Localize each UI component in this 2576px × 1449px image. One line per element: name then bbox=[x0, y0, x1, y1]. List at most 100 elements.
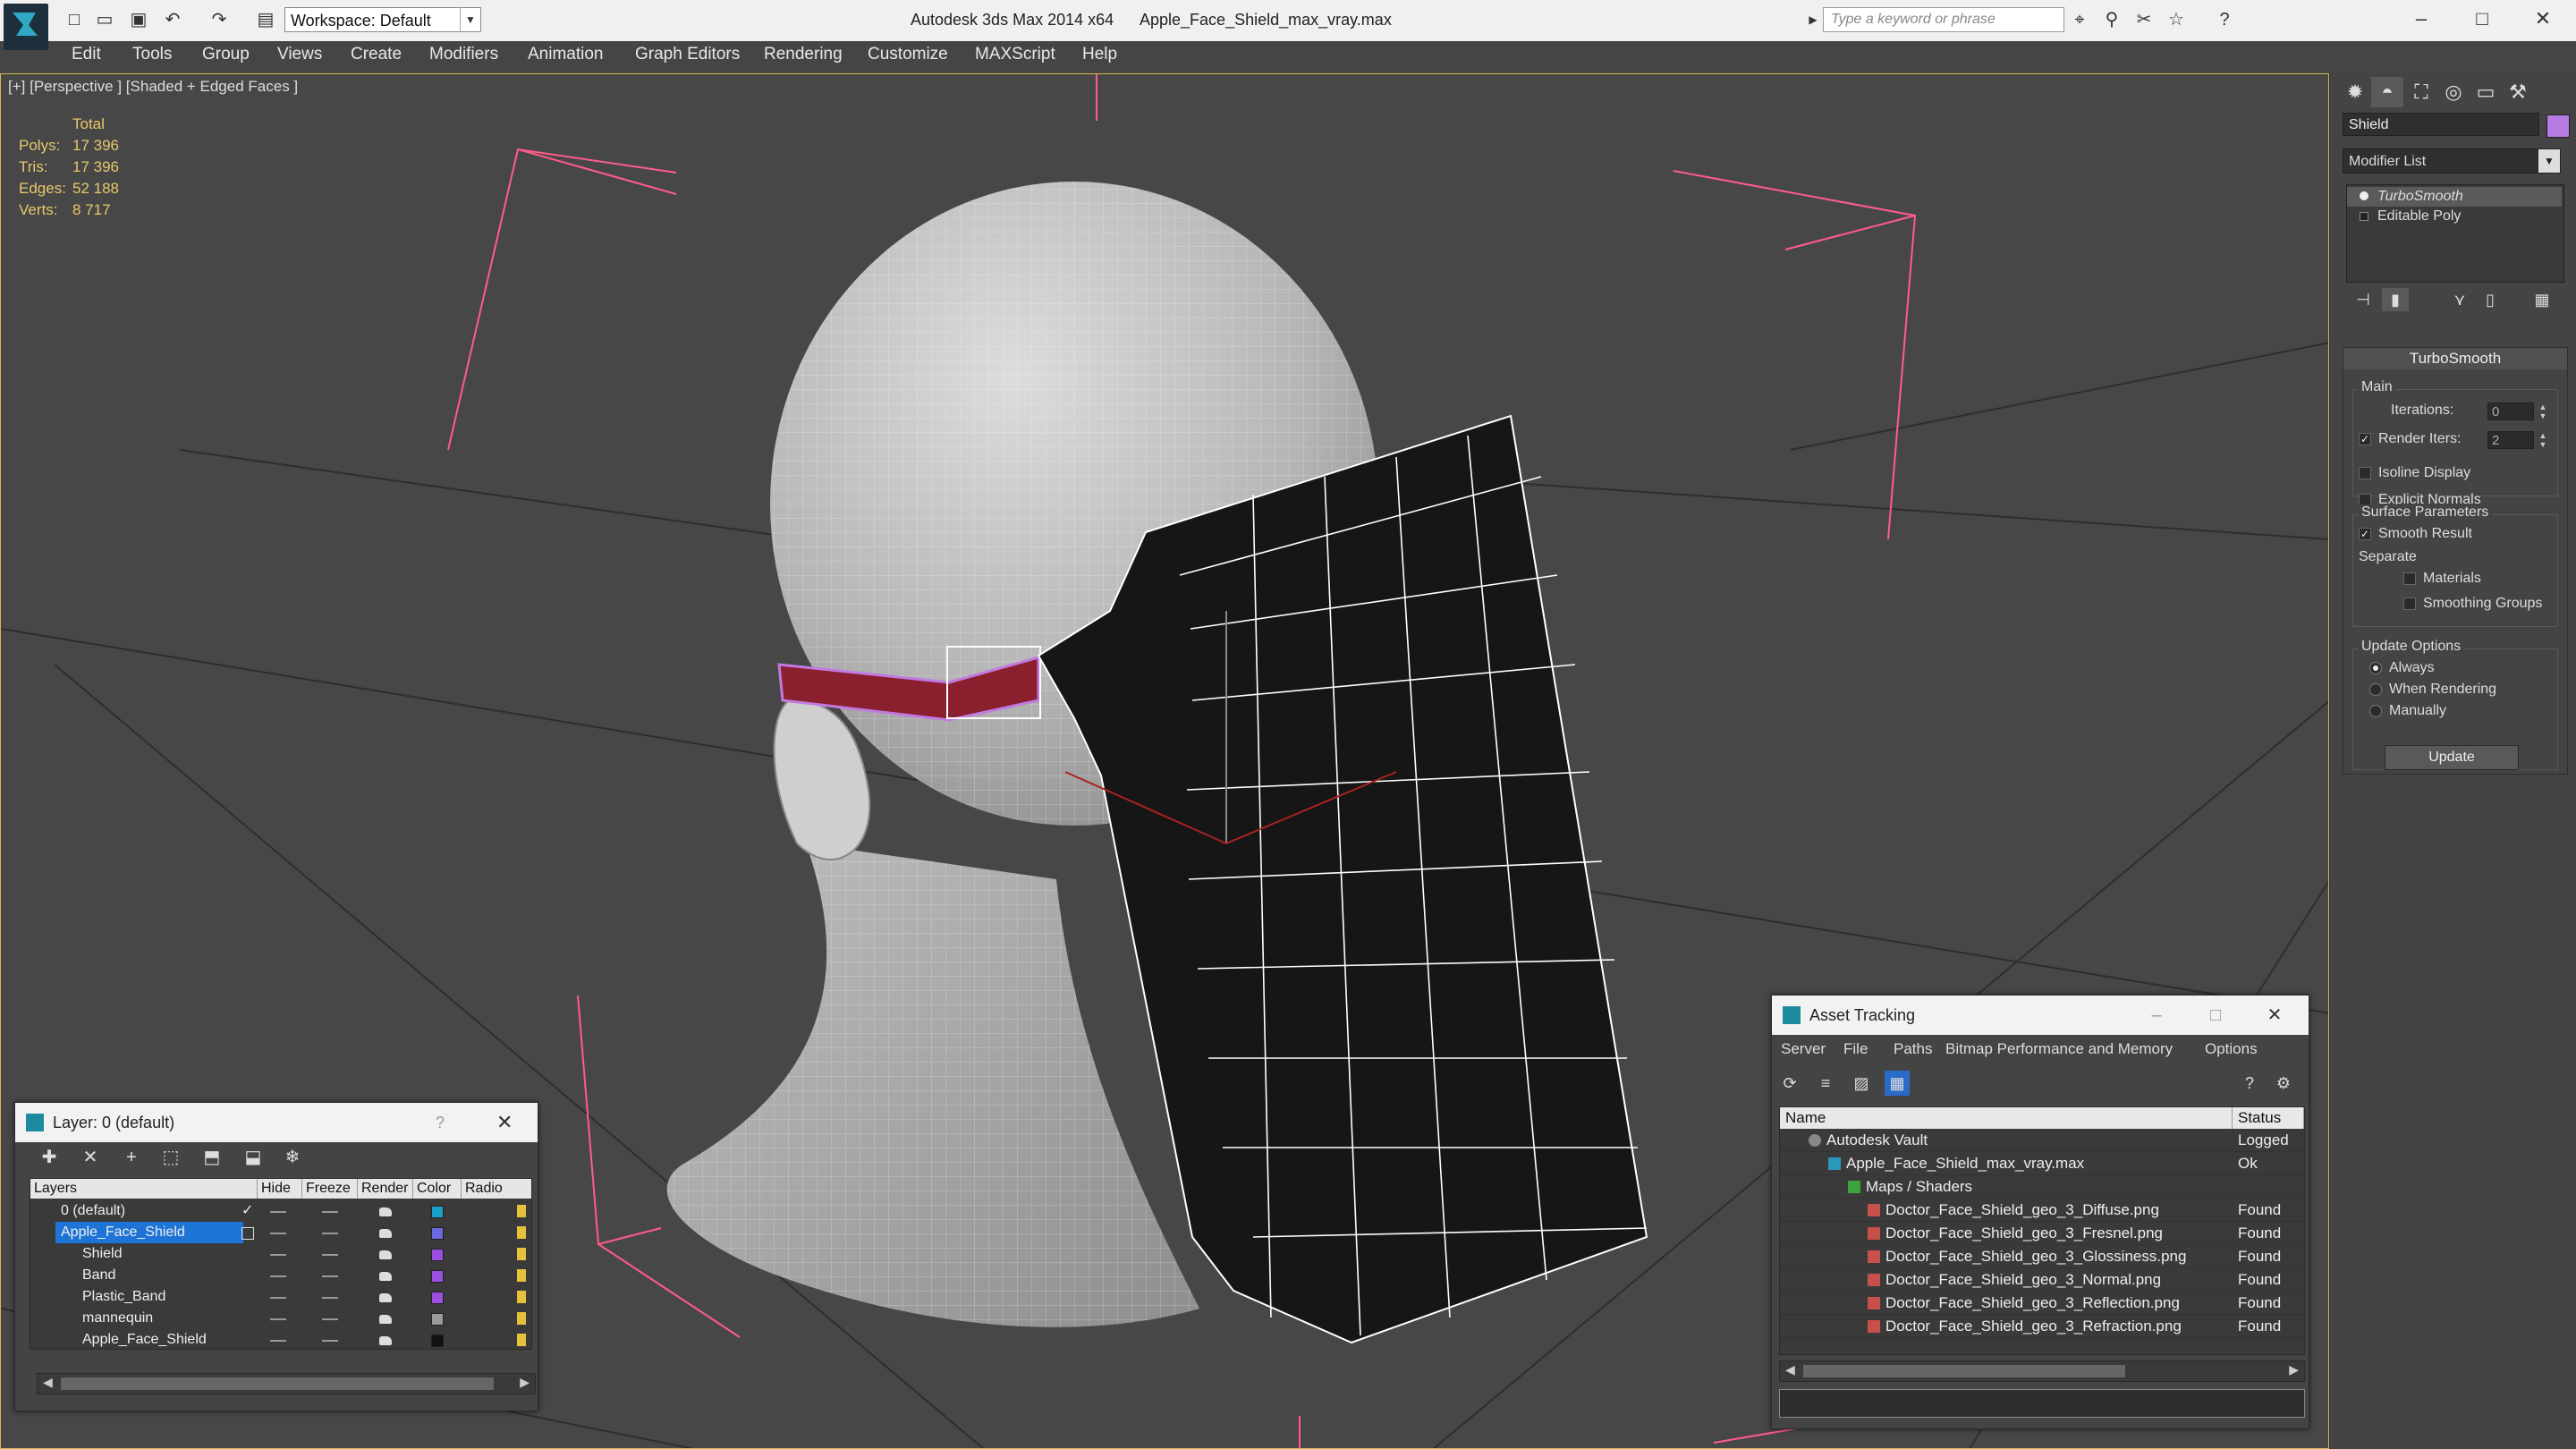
menu-group[interactable]: Group bbox=[202, 41, 250, 73]
hide-toggle[interactable] bbox=[270, 1340, 286, 1342]
layer-row[interactable]: 0 (default) ✓ bbox=[30, 1200, 531, 1222]
freeze-toggle[interactable] bbox=[322, 1233, 338, 1234]
layer-color-swatch[interactable] bbox=[431, 1227, 444, 1240]
communication-icon[interactable]: ✂ bbox=[2132, 9, 2156, 30]
help-icon[interactable]: ? bbox=[2213, 9, 2236, 30]
freeze-toggle[interactable] bbox=[322, 1318, 338, 1320]
close-button[interactable]: ✕ bbox=[2512, 0, 2574, 39]
column-header-status[interactable]: Status bbox=[2233, 1107, 2304, 1129]
chevron-down-icon[interactable]: ▼ bbox=[460, 7, 480, 32]
column-header-render[interactable]: Render bbox=[358, 1179, 413, 1199]
redo-icon[interactable]: ↷ bbox=[208, 9, 231, 30]
spinner-arrows-icon[interactable]: ▲ ▼ bbox=[2538, 402, 2548, 420]
hide-toggle[interactable] bbox=[270, 1318, 286, 1320]
horizontal-scrollbar[interactable]: ◀ ▶ bbox=[37, 1373, 536, 1394]
search-expand-icon[interactable]: ▶ bbox=[1805, 7, 1821, 32]
maximize-button[interactable]: □ bbox=[2451, 0, 2513, 39]
smooth-result-checkbox[interactable]: ✓ bbox=[2359, 528, 2371, 540]
help-icon[interactable]: ? bbox=[2237, 1071, 2262, 1096]
menu-help[interactable]: Help bbox=[1082, 41, 1117, 73]
search-input[interactable]: Type a keyword or phrase bbox=[1823, 7, 2064, 32]
teapot-icon[interactable] bbox=[379, 1336, 392, 1345]
minimize-button[interactable]: – bbox=[2130, 996, 2183, 1035]
column-header-freeze[interactable]: Freeze bbox=[302, 1179, 358, 1199]
delete-layer-icon[interactable]: ✕ bbox=[78, 1146, 103, 1169]
open-file-icon[interactable]: ▭ bbox=[93, 9, 116, 30]
subscription-icon[interactable]: ⚲ bbox=[2100, 9, 2123, 30]
radiosity-icon[interactable] bbox=[517, 1312, 526, 1325]
column-header-color[interactable]: Color bbox=[413, 1179, 462, 1199]
scrollbar-thumb[interactable] bbox=[61, 1377, 494, 1390]
asset-row[interactable]: Maps / Shaders bbox=[1780, 1175, 2304, 1199]
save-file-icon[interactable]: ▣ bbox=[127, 9, 150, 30]
iterations-spinner[interactable]: 0 bbox=[2487, 402, 2534, 420]
active-layer-box-icon[interactable] bbox=[242, 1227, 254, 1240]
project-folder-icon[interactable]: ▤ bbox=[254, 9, 277, 30]
table-view-icon[interactable]: ▦ bbox=[1885, 1071, 1910, 1096]
freeze-toggle[interactable] bbox=[322, 1297, 338, 1299]
favorites-icon[interactable]: ☆ bbox=[2165, 9, 2188, 30]
hide-all-icon[interactable]: ⬓ bbox=[241, 1146, 266, 1169]
layer-row[interactable]: Shield bbox=[30, 1243, 531, 1265]
maximize-button[interactable]: □ bbox=[2189, 996, 2242, 1035]
menu-create[interactable]: Create bbox=[351, 41, 402, 73]
menu-rendering[interactable]: Rendering bbox=[764, 41, 843, 73]
list-view-icon[interactable]: ≡ bbox=[1813, 1071, 1838, 1096]
asset-row[interactable]: Doctor_Face_Shield_geo_3_Normal.png Foun… bbox=[1780, 1268, 2304, 1292]
close-icon[interactable]: ✕ bbox=[496, 1103, 513, 1142]
when-rendering-radio[interactable] bbox=[2369, 683, 2382, 696]
asset-row[interactable]: Doctor_Face_Shield_geo_3_Diffuse.png Fou… bbox=[1780, 1199, 2304, 1222]
materials-checkbox[interactable] bbox=[2403, 572, 2416, 585]
layer-color-swatch[interactable] bbox=[431, 1270, 444, 1283]
close-icon[interactable]: ✕ bbox=[2248, 996, 2301, 1035]
render-iters-spinner[interactable]: 2 bbox=[2487, 431, 2534, 449]
update-button[interactable]: Update bbox=[2385, 745, 2519, 770]
layer-row[interactable]: Apple_Face_Shield bbox=[30, 1222, 531, 1243]
spinner-arrows-icon[interactable]: ▲ ▼ bbox=[2538, 431, 2548, 449]
layer-color-swatch[interactable] bbox=[431, 1292, 444, 1304]
hierarchy-tab-icon[interactable]: ⛶ bbox=[2405, 77, 2437, 107]
asset-path-field[interactable] bbox=[1779, 1389, 2305, 1418]
settings-icon[interactable]: ⚙ bbox=[2271, 1071, 2296, 1096]
utilities-tab-icon[interactable]: ⚒ bbox=[2502, 77, 2534, 107]
scroll-left-icon[interactable]: ◀ bbox=[43, 1375, 53, 1390]
freeze-toggle[interactable] bbox=[322, 1254, 338, 1256]
radiosity-icon[interactable] bbox=[517, 1291, 526, 1303]
asset-row[interactable]: Autodesk Vault Logged bbox=[1780, 1129, 2304, 1152]
asset-row[interactable]: Apple_Face_Shield_max_vray.max Ok bbox=[1780, 1152, 2304, 1175]
always-radio[interactable] bbox=[2369, 662, 2382, 674]
expand-icon[interactable] bbox=[2360, 212, 2368, 221]
create-layer-icon[interactable]: ✚ bbox=[37, 1146, 62, 1169]
layer-row[interactable]: mannequin bbox=[30, 1308, 531, 1329]
create-tab-icon[interactable]: ✹ bbox=[2339, 77, 2371, 107]
menu-modifiers[interactable]: Modifiers bbox=[429, 41, 498, 73]
teapot-icon[interactable] bbox=[379, 1315, 392, 1324]
column-header-radiosity[interactable]: Radio bbox=[462, 1179, 531, 1199]
render-iters-checkbox[interactable]: ✓ bbox=[2359, 433, 2371, 445]
chevron-down-icon[interactable]: ▼ bbox=[2538, 149, 2560, 173]
smoothing-groups-checkbox[interactable] bbox=[2403, 597, 2416, 610]
column-header-hide[interactable]: Hide bbox=[258, 1179, 302, 1199]
menu-server[interactable]: Server bbox=[1781, 1035, 1826, 1063]
menu-animation[interactable]: Animation bbox=[528, 41, 604, 73]
freeze-toggle[interactable] bbox=[322, 1211, 338, 1213]
radiosity-icon[interactable] bbox=[517, 1205, 526, 1217]
display-tab-icon[interactable]: ▭ bbox=[2470, 77, 2502, 107]
asset-dialog-titlebar[interactable]: Asset Tracking – □ ✕ bbox=[1772, 996, 2309, 1035]
layer-row[interactable]: Plastic_Band bbox=[30, 1286, 531, 1308]
object-color-swatch[interactable] bbox=[2546, 114, 2570, 138]
hide-toggle[interactable] bbox=[270, 1233, 286, 1234]
scroll-left-icon[interactable]: ◀ bbox=[1785, 1362, 1795, 1377]
lightbulb-icon[interactable] bbox=[2360, 191, 2368, 200]
menu-views[interactable]: Views bbox=[277, 41, 322, 73]
modify-tab-icon[interactable]: ◓ bbox=[2371, 77, 2403, 107]
binoculars-icon[interactable]: ⌖ bbox=[2068, 9, 2091, 30]
freeze-toggle[interactable] bbox=[322, 1340, 338, 1342]
viewport-label[interactable]: [+] [Perspective ] [Shaded + Edged Faces… bbox=[8, 78, 298, 96]
radiosity-icon[interactable] bbox=[517, 1269, 526, 1282]
workspace-select[interactable]: Workspace: Default bbox=[284, 7, 481, 32]
menu-file[interactable]: File bbox=[1843, 1035, 1868, 1063]
thumbnail-view-icon[interactable]: ▨ bbox=[1849, 1071, 1874, 1096]
menu-bitmap-performance[interactable]: Bitmap Performance and Memory bbox=[1945, 1035, 2173, 1063]
teapot-icon[interactable] bbox=[379, 1208, 392, 1216]
